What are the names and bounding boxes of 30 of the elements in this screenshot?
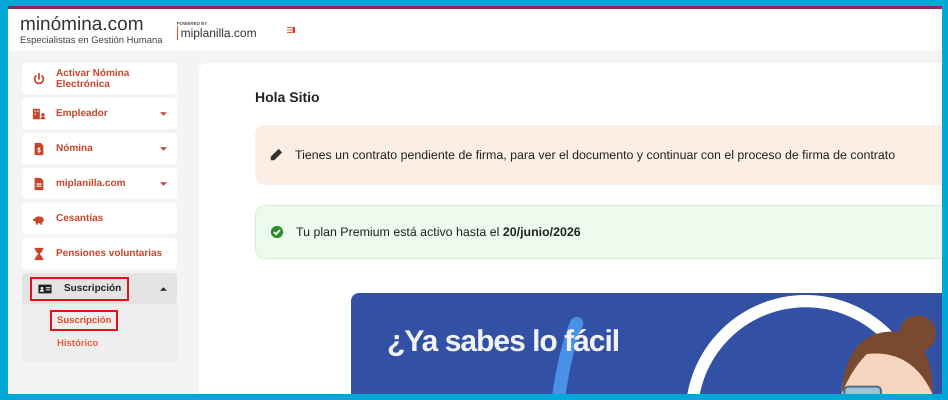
submenu-link[interactable]: Histórico (52, 335, 104, 352)
id-card-icon (38, 282, 52, 296)
submenu-link[interactable]: Suscripción (52, 312, 116, 329)
pencil-icon (269, 148, 283, 162)
sidebar-item[interactable]: Activar Nómina Electrónica (22, 63, 177, 94)
sidebar-item[interactable]: Nómina (22, 133, 177, 164)
document-icon (32, 142, 46, 156)
greeting: Hola Sitio (255, 89, 321, 105)
caret-icon (160, 286, 167, 290)
sidebar-item[interactable]: Suscripción (22, 273, 177, 304)
alert-text: Tienes un contrato pendiente de firma, para ver el documento y continuar con el proceso de firma de contrato (295, 148, 896, 162)
alert-text: Tu plan Premium está activo hasta el 20/junio/2026 (296, 225, 581, 239)
power-icon (32, 72, 46, 86)
partner-logo[interactable]: miplanilla.com (176, 26, 257, 40)
logo[interactable]: minómina.com (20, 14, 163, 34)
sidebar-item[interactable]: Pensiones voluntarias (22, 238, 177, 269)
item-label: Suscripción (64, 283, 122, 294)
caret-icon (160, 112, 167, 116)
caret-icon (160, 146, 167, 150)
caret-icon (160, 182, 167, 186)
check-circle-icon (270, 225, 284, 239)
tagline: Especialistas en Gestión Humana (20, 34, 163, 46)
sidebar-item[interactable]: miplanilla.com (22, 168, 177, 199)
sidebar-item[interactable]: Empleador (22, 98, 177, 129)
building-icon (32, 106, 46, 120)
hourglass-icon (32, 246, 46, 260)
menu-icon[interactable] (286, 27, 295, 33)
banner-headline: ¿Ya sabes lo fácil (387, 325, 620, 359)
document-icon (32, 176, 46, 190)
sidebar-item[interactable]: Cesantías (22, 203, 177, 234)
